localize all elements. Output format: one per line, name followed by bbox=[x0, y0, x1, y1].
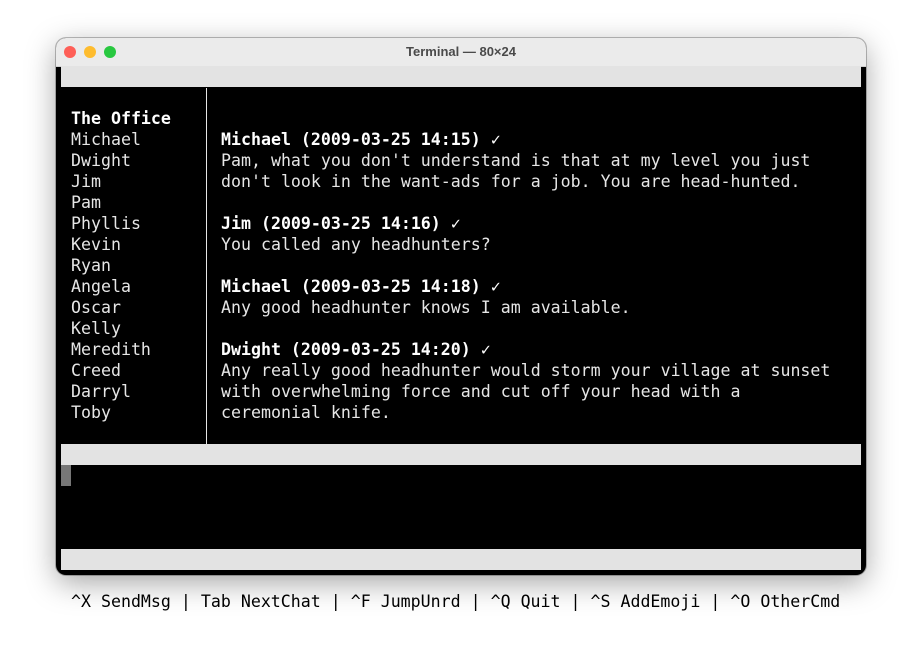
chat-item[interactable]: Darryl bbox=[71, 381, 131, 402]
sidebar-divider bbox=[206, 88, 207, 444]
message-header: Michael (2009-03-25 14:18) ✓ bbox=[221, 277, 501, 296]
chat-item[interactable]: Meredith bbox=[71, 339, 151, 360]
status-bar: ^X SendMsg | Tab NextChat | ^F JumpUnrd … bbox=[61, 549, 861, 611]
message-header: Dwight (2009-03-25 14:20) ✓ bbox=[221, 340, 491, 359]
chat-item[interactable]: Phyllis bbox=[71, 213, 141, 234]
window-title: Terminal — 80×24 bbox=[406, 44, 516, 59]
message-text: Any really good headhunter would storm y… bbox=[221, 361, 831, 380]
text-cursor[interactable] bbox=[61, 465, 71, 486]
chat-item[interactable]: Ryan bbox=[71, 255, 111, 276]
message-text: ceremonial knife. bbox=[221, 403, 391, 422]
chat-item[interactable]: Kelly bbox=[71, 318, 121, 339]
chat-item[interactable]: Dwight bbox=[71, 150, 131, 171]
app-version: nchat v2.99 bbox=[71, 88, 181, 107]
message-header: Michael (2009-03-25 14:15) ✓ bbox=[221, 130, 501, 149]
message-text: You called any headhunters? bbox=[221, 235, 491, 254]
chat-item[interactable]: Pam bbox=[71, 192, 101, 213]
terminal-window: Terminal — 80×24 nchat v2.99 Online The … bbox=[56, 38, 866, 611]
chat-item[interactable]: Michael bbox=[71, 129, 141, 150]
chat-item[interactable]: Oscar bbox=[71, 297, 121, 318]
header-bar: nchat v2.99 Online bbox=[61, 66, 861, 128]
message-text: Pam, what you don't understand is that a… bbox=[221, 151, 811, 170]
input-chat-bar: The Office bbox=[61, 444, 861, 485]
chat-item[interactable]: Angela bbox=[71, 276, 131, 297]
terminal-screen[interactable]: nchat v2.99 Online The Office Michael Dwig… bbox=[61, 66, 861, 611]
message-text: Any good headhunter knows I am available… bbox=[221, 298, 631, 317]
chat-item[interactable]: Jim bbox=[71, 171, 101, 192]
current-chat-name: The Office bbox=[71, 466, 171, 485]
chat-item[interactable]: Creed bbox=[71, 360, 121, 381]
chat-item[interactable]: Toby bbox=[71, 402, 111, 423]
connection-status: Online bbox=[791, 109, 851, 128]
title-bar: Terminal — 80×24 bbox=[56, 38, 866, 67]
message-text: with overwhelming force and cut off your… bbox=[221, 382, 741, 401]
chat-item[interactable]: Kevin bbox=[71, 234, 121, 255]
message-text: don't look in the want-ads for a job. Yo… bbox=[221, 172, 801, 191]
chat-item-selected[interactable]: The Office bbox=[71, 108, 171, 129]
keybinding-help: ^X SendMsg | Tab NextChat | ^F JumpUnrd … bbox=[71, 592, 841, 611]
message-header: Jim (2009-03-25 14:16) ✓ bbox=[221, 214, 461, 233]
